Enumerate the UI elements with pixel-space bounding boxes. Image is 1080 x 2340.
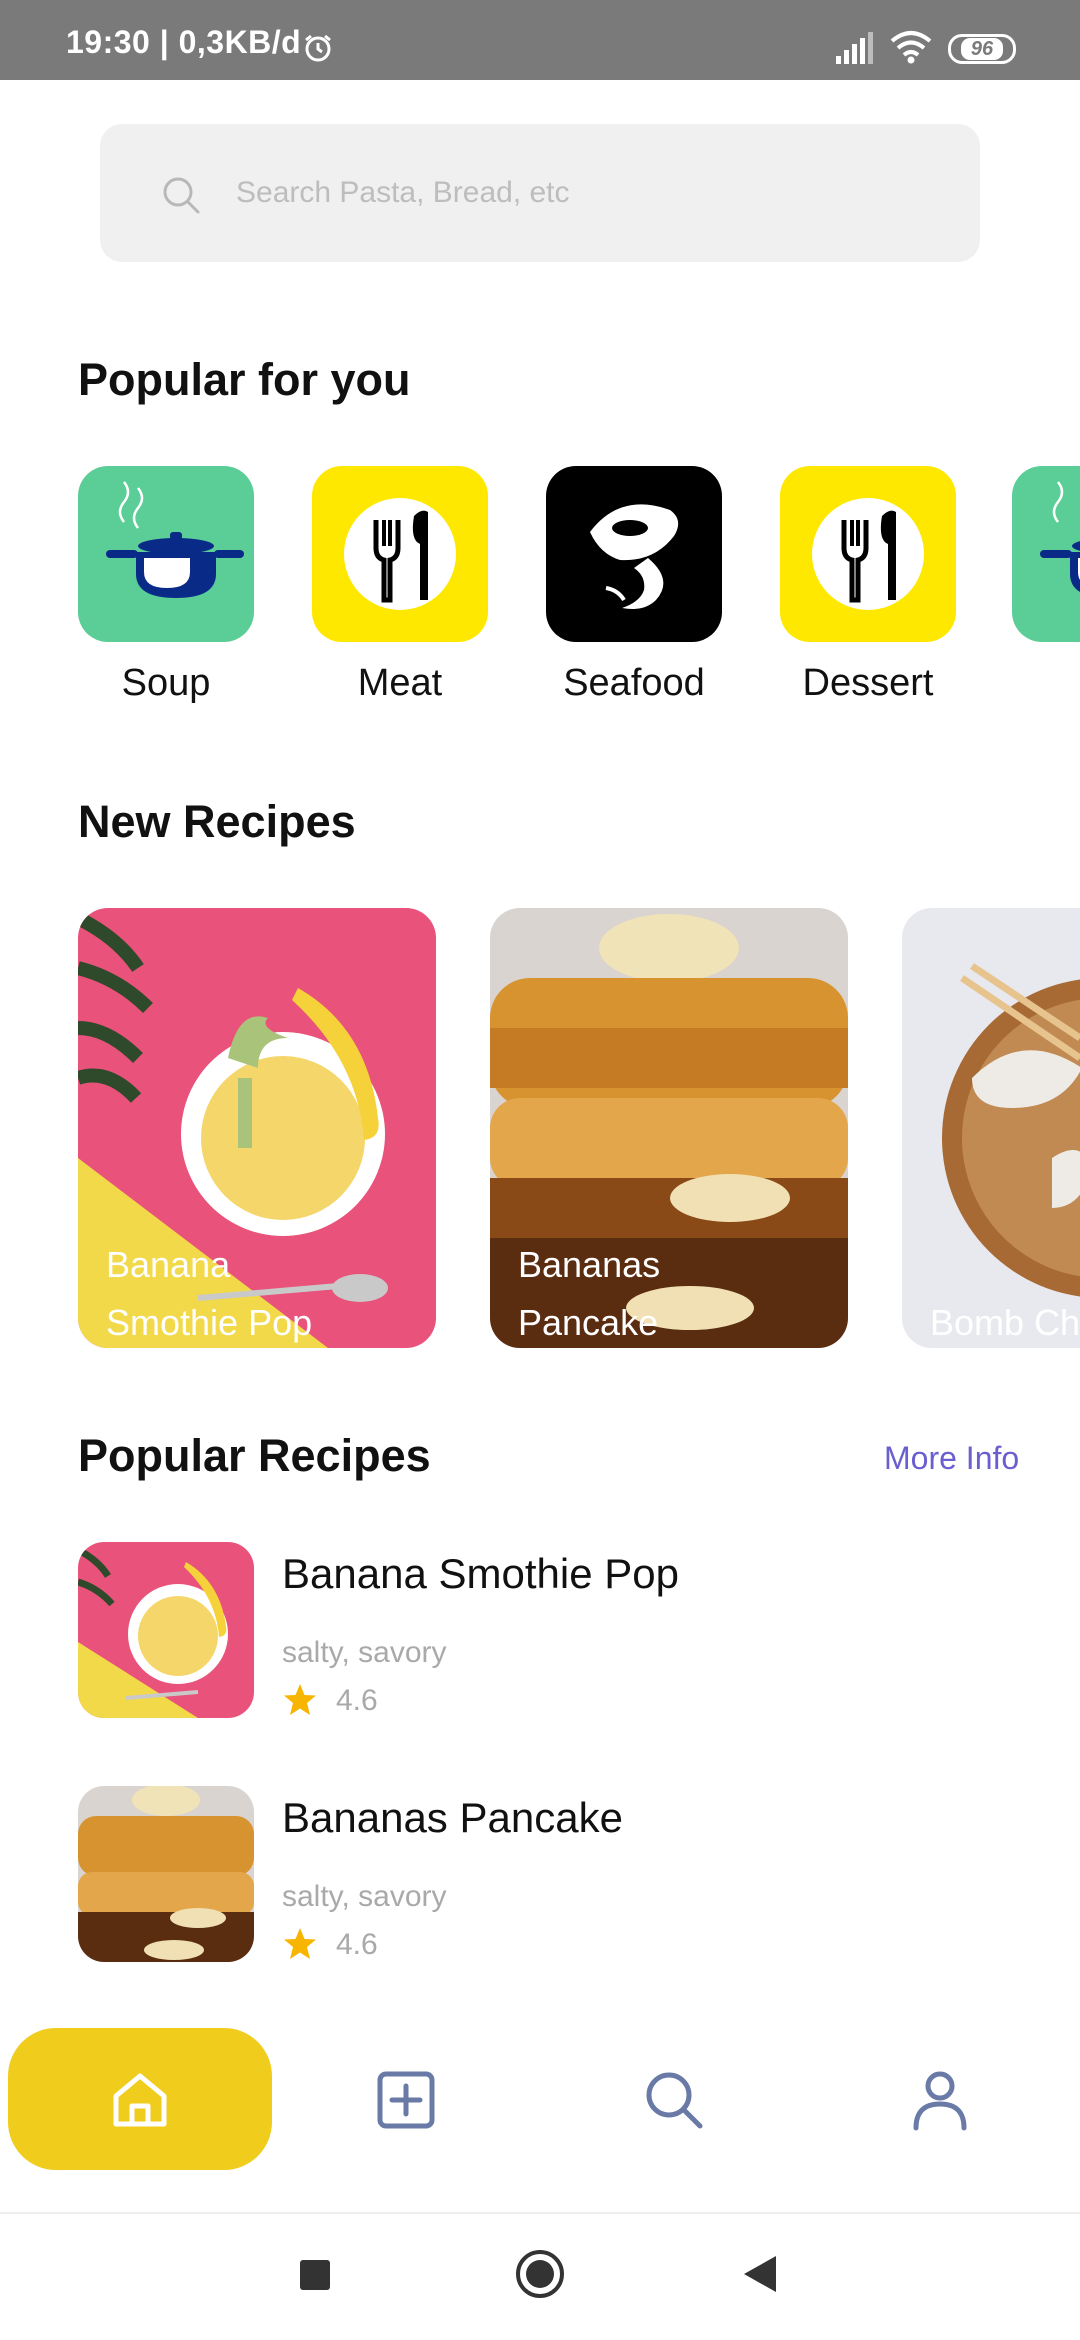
popular-recipes-title: Popular Recipes	[78, 1430, 431, 1481]
category-tile	[546, 466, 722, 642]
new-recipes-title: New Recipes	[78, 796, 356, 847]
recipe-card-bananas-pancake[interactable]: Bananas Pancake	[490, 908, 848, 1348]
home-icon	[113, 2073, 167, 2127]
search-icon	[163, 177, 200, 214]
fish-icon	[590, 504, 679, 609]
category-dessert[interactable]: Dessert	[780, 466, 956, 704]
alarm-icon	[305, 34, 331, 62]
search-icon[interactable]	[642, 2068, 706, 2132]
profile-icon[interactable]	[908, 2068, 972, 2132]
category-label: Soup	[121, 662, 211, 704]
soup-pot-icon	[106, 481, 244, 598]
recipe-card-title: Bananas Pancake	[518, 1244, 661, 1343]
recents-icon[interactable]	[298, 2258, 332, 2292]
category-tile	[78, 466, 254, 642]
recipe-rating: 4.6	[336, 1928, 378, 1961]
nav-home-button[interactable]	[8, 2028, 272, 2170]
battery-level: 96	[960, 38, 1004, 60]
recipe-title: Bananas Pancake	[282, 1794, 623, 1841]
recipe-thumbnail	[78, 1786, 254, 1962]
recipe-card-bomb-chiken[interactable]: Bomb Chiken	[902, 908, 1080, 1348]
star-icon	[284, 1928, 316, 1959]
signal-icon	[836, 32, 873, 64]
category-label: Dessert	[802, 662, 934, 704]
search-bar[interactable]	[100, 124, 980, 262]
recipe-thumbnail	[78, 1542, 254, 1718]
category-tile	[1012, 466, 1080, 642]
recipe-card-title: Bomb Chiken	[930, 1302, 1080, 1343]
fork-knife-icon	[344, 498, 456, 610]
recipe-tags: salty, savory	[282, 1880, 447, 1913]
battery-icon: 96	[948, 34, 1016, 64]
star-icon	[284, 1684, 316, 1715]
category-tile	[312, 466, 488, 642]
search-input[interactable]	[236, 164, 936, 222]
home-circle-icon[interactable]	[514, 2248, 566, 2300]
category-label: Seafood	[563, 662, 705, 704]
add-box-icon[interactable]	[374, 2068, 438, 2132]
bottom-nav	[0, 2014, 1080, 2214]
category-soup-2[interactable]: So	[1012, 466, 1080, 642]
back-icon[interactable]	[742, 2254, 778, 2294]
list-item[interactable]: Banana Smothie Pop salty, savory 4.6	[78, 1542, 978, 1718]
recipe-rating: 4.6	[336, 1684, 378, 1717]
recipe-card-banana-smothie[interactable]: Banana Smothie Pop	[78, 908, 436, 1348]
category-seafood[interactable]: Seafood	[546, 466, 722, 704]
category-meat[interactable]: Meat	[312, 466, 488, 704]
category-label: Meat	[357, 662, 443, 704]
status-time: 19:30	[66, 24, 151, 60]
status-network: 0,3KB/d	[178, 24, 302, 60]
soup-pot-icon	[1040, 481, 1080, 592]
list-item[interactable]: Bananas Pancake salty, savory 4.6	[78, 1786, 978, 1962]
recipe-title: Banana Smothie Pop	[282, 1550, 679, 1597]
recipe-image	[902, 908, 1080, 1348]
status-time-network: 19:30 | 0,3KB/d	[66, 24, 302, 60]
category-tile	[780, 466, 956, 642]
category-soup[interactable]: Soup	[78, 466, 254, 704]
fork-knife-icon	[812, 498, 924, 610]
system-nav-bar	[0, 2214, 1080, 2340]
popular-for-you-title: Popular for you	[78, 354, 411, 405]
wifi-icon	[890, 31, 932, 64]
recipe-tags: salty, savory	[282, 1636, 447, 1669]
more-info-link[interactable]: More Info	[884, 1440, 1019, 1477]
recipe-card-title: Banana Smothie Pop	[106, 1244, 313, 1343]
status-bar: 19:30 | 0,3KB/d 96	[0, 0, 1080, 80]
